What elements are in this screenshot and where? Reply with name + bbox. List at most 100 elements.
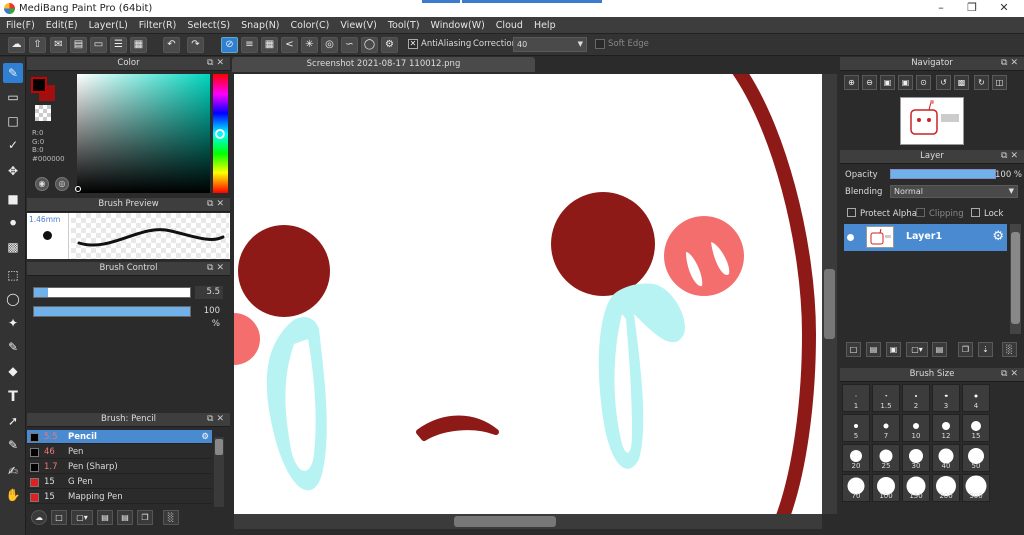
snap-off-icon[interactable]: ⊘ [221,37,238,53]
menu-layer[interactable]: Layer(L) [83,17,133,34]
panel-controls-icon[interactable]: ⧉✕ [1001,150,1021,163]
panel-controls-icon[interactable]: ⧉✕ [207,57,227,70]
menu-snap[interactable]: Snap(N) [235,17,284,34]
brush-size-option[interactable]: 50 [962,444,990,472]
layer-folder-icon[interactable]: ▤ [932,342,947,357]
scrollbar-thumb[interactable] [454,516,556,527]
blending-dropdown[interactable]: Normal ▼ [890,185,1018,198]
snap-circle-icon[interactable]: ◎ [321,37,338,53]
maximize-icon[interactable]: ❐ [956,0,988,17]
canvas-horizontal-scrollbar[interactable] [234,514,822,529]
upload-icon[interactable]: ⇧ [29,37,46,53]
select-eraser-tool-icon[interactable]: ◆ [3,361,23,381]
snap-cross-icon[interactable]: ▦ [261,37,278,53]
comment-icon[interactable]: ✉ [50,37,67,53]
trash-icon[interactable]: ░ [163,510,179,525]
color-wheel-icon[interactable]: ◎ [55,177,69,191]
menu-select[interactable]: Select(S) [181,17,235,34]
folder-icon[interactable]: ▤ [117,510,133,525]
drawing-canvas[interactable] [234,74,822,514]
new-halftone-layer-icon[interactable]: ▤ [866,342,881,357]
snap-settings-icon[interactable]: ⚙ [381,37,398,53]
correction-dropdown[interactable]: 40 ▼ [513,37,587,52]
brush-size-option[interactable]: 15 [962,414,990,442]
clipping-checkbox[interactable] [916,208,925,217]
list-icon[interactable]: ☰ [110,37,127,53]
softedge-checkbox[interactable] [595,39,605,49]
lock-checkbox[interactable] [971,208,980,217]
fullscreen-icon[interactable]: ▩ [954,75,969,90]
scrollbar-thumb[interactable] [215,439,223,455]
brush-size-option[interactable]: 150 [902,474,930,502]
message-icon[interactable]: ▤ [70,37,87,53]
add-layer-dropdown-icon[interactable]: ▢▾ [906,342,928,357]
brush-size-option[interactable]: 200 [932,474,960,502]
layer-list-scrollbar[interactable] [1010,224,1021,334]
brush-item-mapping-pen[interactable]: 15 Mapping Pen [27,490,212,504]
sv-picker-knob[interactable] [75,186,81,192]
dropper-tool-icon[interactable]: ✎ [3,435,23,455]
snap-radial-icon[interactable]: ✳ [301,37,318,53]
transparent-color-swatch[interactable] [35,105,51,121]
bucket-tool-icon[interactable]: ⚫ [3,213,23,233]
cloud-icon[interactable]: ☁ [8,37,25,53]
brush-size-value[interactable]: 5.5 [195,286,223,299]
menu-view[interactable]: View(V) [334,17,381,34]
brush-item-pen[interactable]: 46 Pen [27,445,212,459]
page-icon[interactable]: ▭ [90,37,107,53]
eyedropper-tool-icon[interactable]: ✍ [3,461,23,481]
select-rect-tool-icon[interactable]: ⬚ [3,265,23,285]
brush-copy-icon[interactable]: ▤ [97,510,113,525]
panel-controls-icon[interactable]: ⧉✕ [1001,368,1021,381]
zoom-in-icon[interactable]: ⊕ [844,75,859,90]
new-layer-icon[interactable]: □ [846,342,861,357]
snap-curve-icon[interactable]: ∽ [341,37,358,53]
protect-alpha-checkbox[interactable] [847,208,856,217]
foreground-color-swatch[interactable] [31,77,47,93]
scrollbar-thumb[interactable] [1011,232,1020,324]
brush-size-option[interactable]: 300 [962,474,990,502]
magic-wand-tool-icon[interactable]: ✦ [3,313,23,333]
brush-item-g-pen[interactable]: 15 G Pen [27,475,212,489]
hue-knob[interactable] [215,129,225,139]
merge-layer-icon[interactable]: ⇣ [978,342,993,357]
shape-tool-icon[interactable]: □ [3,111,23,131]
brush-size-option[interactable]: 1 [842,384,870,412]
grid-icon[interactable]: ▦ [130,37,147,53]
saturation-value-picker[interactable] [77,74,210,193]
panel-controls-icon[interactable]: ⧉✕ [207,262,227,275]
snap-ellipse-icon[interactable]: ◯ [361,37,378,53]
minimize-icon[interactable]: – [925,0,957,17]
brush-size-option[interactable]: 10 [902,414,930,442]
panel-controls-icon[interactable]: ⧉✕ [207,198,227,211]
brush-size-option[interactable]: 3 [932,384,960,412]
hand-tool-icon[interactable]: ✋ [3,485,23,505]
brush-size-option[interactable]: 1.5 [872,384,900,412]
eraser-tool-icon[interactable]: ▭ [3,87,23,107]
new-8bit-layer-icon[interactable]: ▣ [886,342,901,357]
zoom-out-icon[interactable]: ⊖ [862,75,877,90]
new-brush-icon[interactable]: □ [51,510,67,525]
cloud-brush-icon[interactable]: ☁ [31,510,47,525]
brush-size-option[interactable]: 30 [902,444,930,472]
text-tool-icon[interactable]: T [3,387,23,407]
eye-visibility-icon[interactable] [847,234,854,241]
brush-tool-icon[interactable]: ✎ [3,63,23,83]
gear-icon[interactable]: ⚙ [992,229,1004,244]
rotate-left-icon[interactable]: ↺ [936,75,951,90]
zoom-reset-icon[interactable]: ⊙ [916,75,931,90]
menu-tool[interactable]: Tool(T) [382,17,425,34]
gradient-tool-icon[interactable]: ▩ [3,237,23,257]
trash-icon[interactable]: ░ [1002,342,1017,357]
panel-controls-icon[interactable]: ⧉✕ [207,413,227,426]
line-tool-icon[interactable]: ✓ [3,135,23,155]
undo-icon[interactable]: ↶ [163,37,180,53]
flip-icon[interactable]: ◫ [992,75,1007,90]
menu-cloud[interactable]: Cloud [490,17,528,34]
brush-size-option[interactable]: 2 [902,384,930,412]
menu-filter[interactable]: Filter(R) [133,17,182,34]
gear-icon[interactable]: ⚙ [201,430,209,444]
layer-row[interactable]: Layer1 ⚙ [844,224,1007,251]
brush-size-option[interactable]: 4 [962,384,990,412]
redo-icon[interactable]: ↷ [187,37,204,53]
